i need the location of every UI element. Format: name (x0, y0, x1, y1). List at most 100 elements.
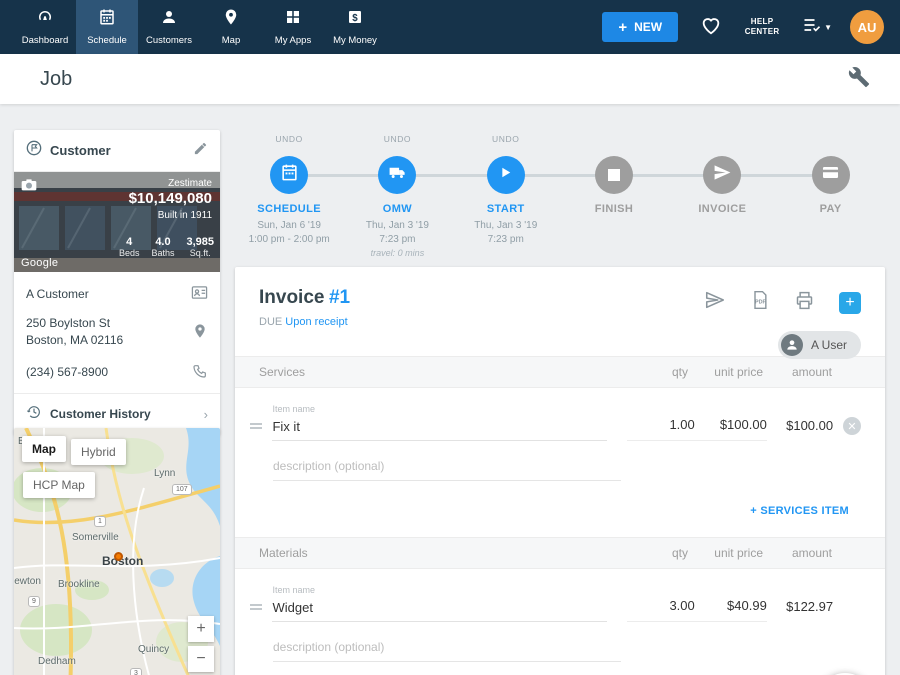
person-icon (160, 8, 178, 31)
map-label: Somerville (72, 532, 119, 543)
drag-handle-icon[interactable] (250, 421, 262, 431)
nav-customers[interactable]: Customers (138, 0, 200, 54)
send-invoice-icon[interactable] (704, 289, 726, 316)
unit-price-column-header: unit price (688, 546, 763, 560)
material-unit-price-value[interactable]: $40.99 (695, 598, 767, 622)
job-tools-icon[interactable] (848, 66, 870, 93)
heart-icon[interactable] (700, 14, 722, 41)
item-name-field: Item name (272, 585, 627, 622)
customer-card-header: Customer (14, 130, 220, 172)
zestimate-block: Zestimate $10,149,080 Built in 1911 (129, 178, 212, 221)
service-description-row (235, 441, 885, 481)
material-qty-value[interactable]: 3.00 (627, 598, 694, 622)
tasks-menu[interactable]: ▼ (802, 15, 832, 40)
start-step-button[interactable] (487, 156, 525, 194)
nav-label: My Apps (275, 35, 311, 46)
chevron-down-icon: ▼ (824, 23, 832, 32)
customer-history-label: Customer History (50, 407, 196, 421)
zoom-in-button[interactable]: + (188, 616, 214, 642)
invoice-header: Invoice #1 DUE Upon receipt PDF + A User (235, 267, 885, 328)
user-avatar[interactable]: AU (850, 10, 884, 44)
customer-address-row: 250 Boylston St Boston, MA 02116 (14, 313, 220, 359)
nav-my-apps[interactable]: My Apps (262, 0, 324, 54)
address-line-1: 250 Boylston St (26, 315, 123, 332)
assigned-user-pill[interactable]: A User (778, 331, 861, 359)
due-label: DUE (259, 316, 282, 328)
service-description-input[interactable] (273, 457, 621, 481)
map-label: Newton (14, 576, 41, 587)
help-center-link[interactable]: HELP CENTER (740, 17, 784, 37)
street-view-icon (21, 178, 37, 196)
nav-my-money[interactable]: $ My Money (324, 0, 386, 54)
map-canvas[interactable]: Burlington Lynn Somerville Boston Newton… (14, 428, 220, 675)
service-name-input[interactable] (272, 417, 607, 441)
step-finish: FINISH (560, 134, 668, 258)
nav-dashboard[interactable]: Dashboard (14, 0, 76, 54)
nav-map[interactable]: Map (200, 0, 262, 54)
hcp-map-button[interactable]: HCP Map (23, 472, 95, 498)
due-value-link[interactable]: Upon receipt (285, 316, 347, 328)
invoice-title: Invoice (259, 287, 324, 308)
edit-pencil-icon[interactable] (193, 141, 208, 161)
undo-start-button[interactable]: UNDO (492, 134, 519, 148)
topnav-right: HELP CENTER ▼ AU (700, 10, 884, 44)
dashboard-icon (36, 8, 54, 31)
material-amount-value: $122.97 (767, 599, 833, 622)
map-type-button[interactable]: Map (22, 436, 66, 462)
omw-step-button[interactable] (378, 156, 416, 194)
zoom-out-button[interactable]: − (188, 646, 214, 672)
item-name-label: Item name (272, 404, 607, 414)
nav-label: Schedule (87, 35, 127, 46)
nav-schedule[interactable]: Schedule (76, 0, 138, 54)
drag-handle-icon[interactable] (250, 602, 262, 612)
remove-item-button[interactable]: ✕ (843, 417, 861, 435)
job-progress-timeline: UNDO SCHEDULE Sun, Jan 6 '191:00 pm - 2:… (235, 134, 885, 258)
calendar-icon (280, 163, 299, 187)
nav-items: Dashboard Schedule Customers Map My Apps… (14, 0, 386, 54)
qty-column-header: qty (618, 365, 688, 379)
phone-icon[interactable] (192, 363, 208, 382)
pdf-icon[interactable]: PDF (750, 290, 770, 315)
history-clock-icon (26, 404, 42, 425)
schedule-step-button[interactable] (270, 156, 308, 194)
map-label: Lynn (154, 468, 175, 479)
job-location-marker (114, 552, 123, 561)
material-name-input[interactable] (272, 598, 607, 622)
top-navigation: Dashboard Schedule Customers Map My Apps… (0, 0, 900, 54)
amount-column-header: amount (763, 365, 832, 379)
step-label: START (487, 203, 525, 215)
zestimate-label: Zestimate (129, 178, 212, 189)
finish-step-button[interactable] (595, 156, 633, 194)
property-photo: Zestimate $10,149,080 Built in 1911 4Bed… (14, 172, 220, 272)
material-description-input[interactable] (273, 638, 621, 662)
add-service-item-link[interactable]: + SERVICES ITEM (750, 505, 849, 517)
invoice-actions: PDF + (704, 289, 861, 316)
pay-step-button[interactable] (812, 156, 850, 194)
new-button[interactable]: + NEW (602, 12, 678, 42)
hybrid-type-button[interactable]: Hybrid (71, 439, 126, 465)
undo-omw-button[interactable]: UNDO (384, 134, 411, 148)
service-qty-value[interactable]: 1.00 (627, 417, 694, 441)
dollar-icon: $ (346, 8, 364, 31)
page-header: Job (0, 54, 900, 104)
invoice-step-button[interactable] (703, 156, 741, 194)
new-button-label: NEW (634, 20, 662, 34)
route-shield: 9 (28, 596, 40, 607)
undo-schedule-button[interactable]: UNDO (275, 134, 302, 148)
nav-label: Dashboard (22, 35, 68, 46)
contact-card-icon[interactable] (191, 284, 208, 304)
route-shield: 3 (130, 668, 142, 675)
route-shield: 107 (172, 484, 192, 495)
svg-text:$: $ (352, 13, 358, 24)
truck-icon (388, 163, 407, 187)
map-pin-icon (222, 8, 240, 31)
qty-column-header: qty (618, 546, 688, 560)
service-unit-price-value[interactable]: $100.00 (695, 417, 767, 441)
services-section-header: Services qty unit price amount (235, 356, 885, 388)
add-invoice-button[interactable]: + (839, 292, 861, 314)
print-icon[interactable] (794, 290, 815, 316)
nav-label: My Money (333, 35, 377, 46)
add-service-row: + SERVICES ITEM (235, 481, 885, 533)
step-date: Thu, Jan 3 '197:23 pm (474, 219, 537, 247)
location-pin-icon[interactable] (192, 323, 208, 342)
